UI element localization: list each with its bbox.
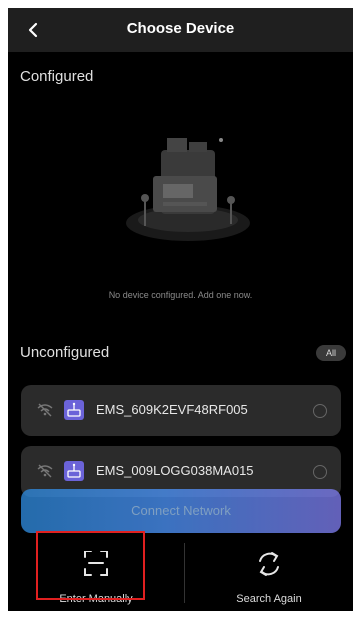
connect-network-button[interactable]: Connect Network (21, 489, 341, 533)
unconfigured-section-title: Unconfigured (20, 344, 110, 361)
empty-state-message: No device configured. Add one now. (108, 290, 253, 300)
router-icon (64, 400, 84, 420)
filter-all-button[interactable]: All (316, 345, 346, 361)
wifi-off-icon (37, 403, 53, 417)
device-select-radio[interactable] (313, 404, 327, 418)
header-bar: Choose Device (8, 8, 353, 52)
empty-devices-illustration (126, 138, 250, 241)
device-name: EMS_009LOGG038MA015 (96, 463, 254, 478)
router-icon (64, 461, 84, 481)
device-select-radio[interactable] (313, 465, 327, 479)
refresh-icon (259, 552, 279, 576)
page-title: Choose Device (126, 20, 235, 37)
search-again-label: Search Again (236, 593, 302, 605)
highlight-box (36, 531, 145, 600)
device-selection-screen: Choose Device Configured No device confi… (8, 8, 353, 611)
device-list-item[interactable]: EMS_609K2EVF48RF005 (21, 385, 341, 436)
device-name: EMS_609K2EVF48RF005 (96, 402, 248, 417)
wifi-off-icon (37, 464, 53, 478)
search-again-button[interactable]: Search Again (185, 533, 353, 611)
configured-section-title: Configured (20, 68, 94, 85)
